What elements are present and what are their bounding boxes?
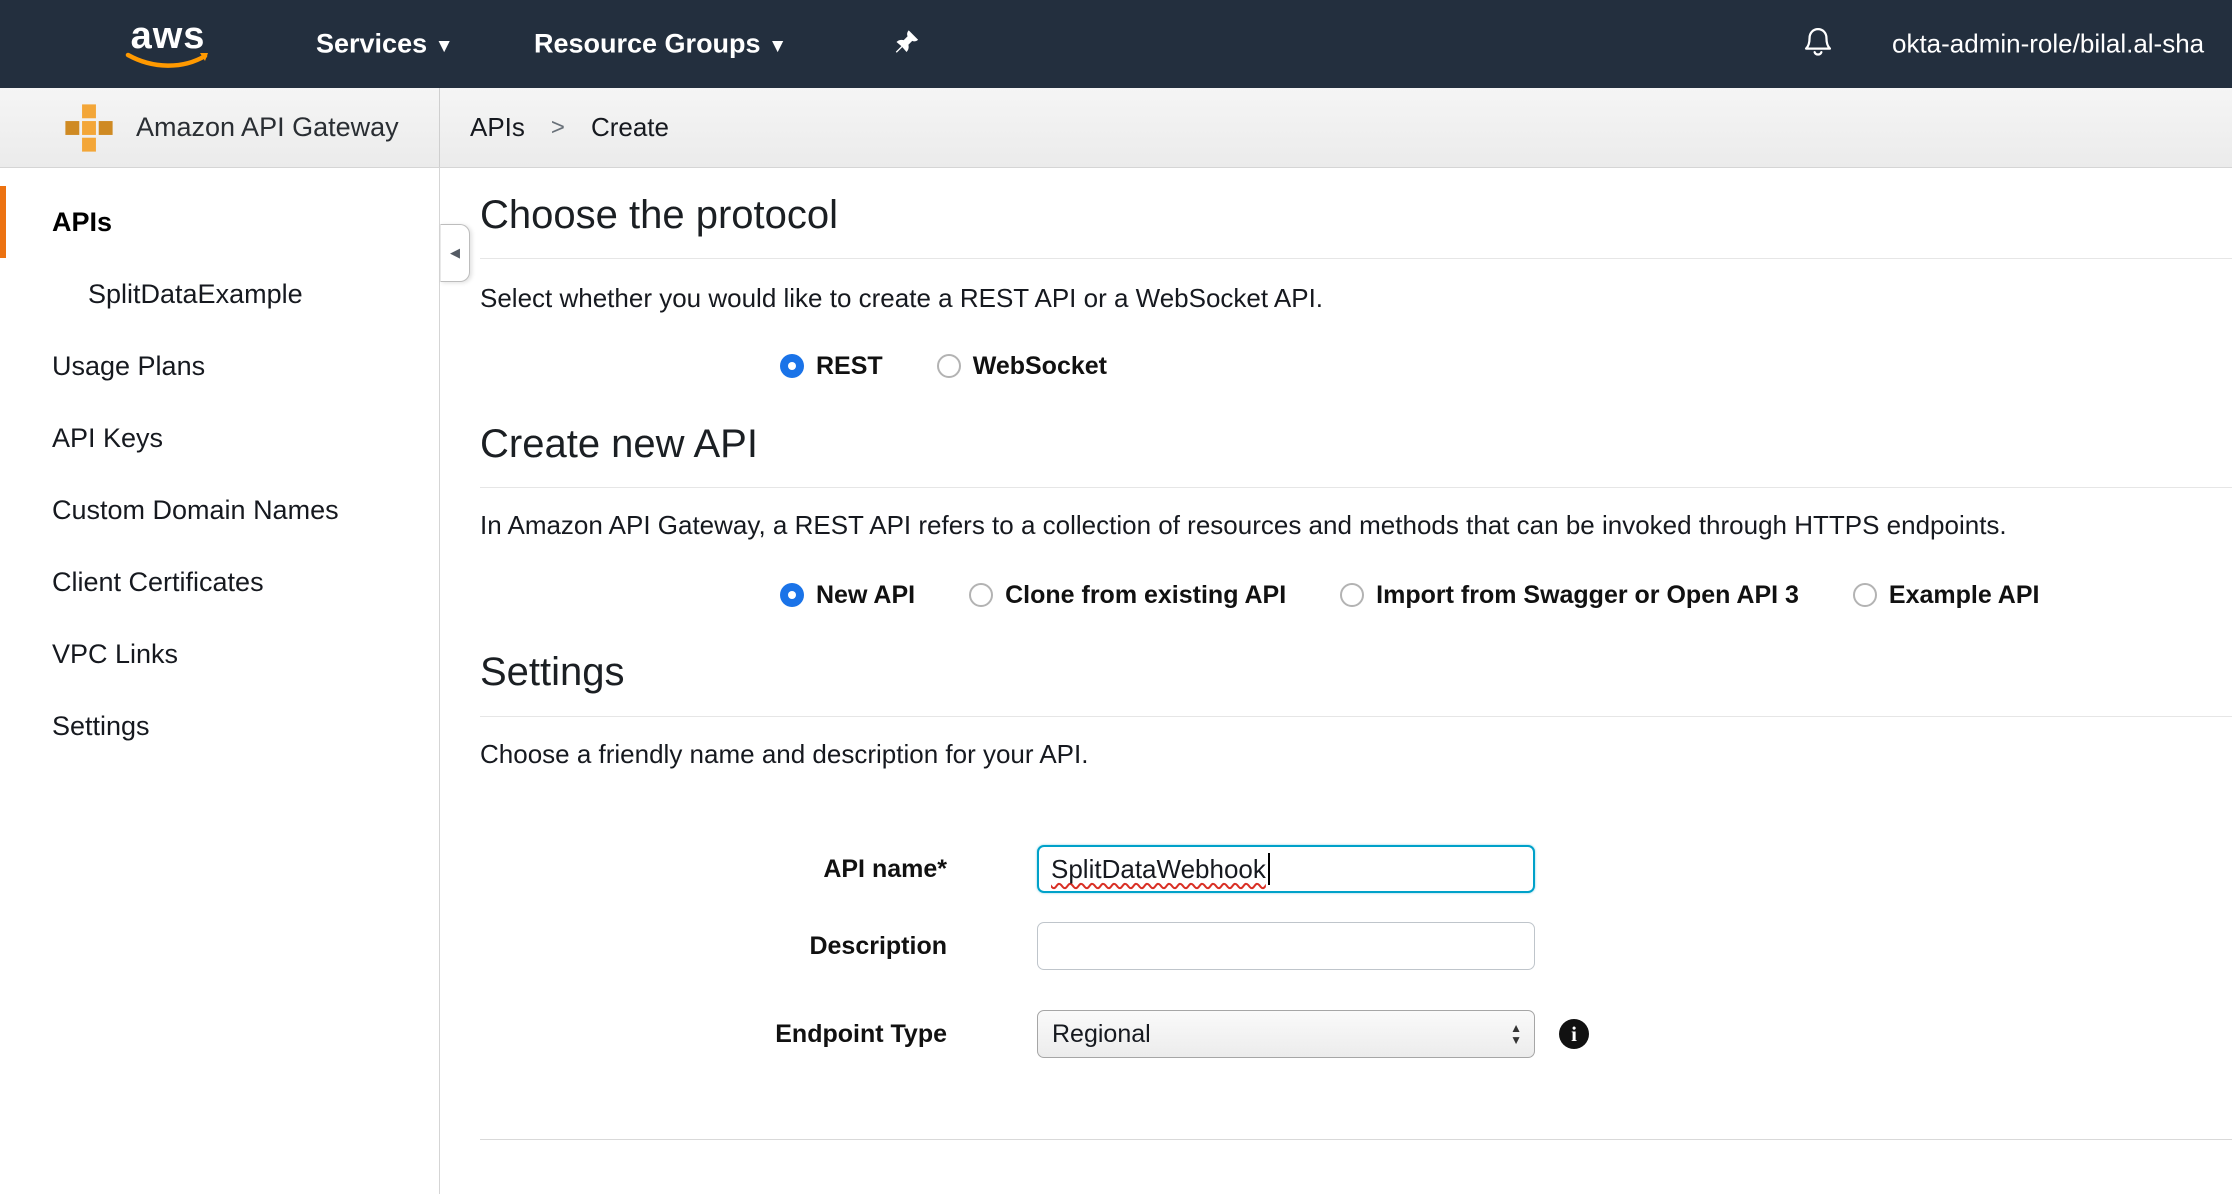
sidebar-item-label: Client Certificates — [52, 567, 264, 598]
section-title-create-new-api: Create new API — [480, 421, 2232, 467]
chevron-left-icon: ◀ — [450, 245, 460, 261]
section-bottom-divider — [480, 1139, 2232, 1140]
api-name-input[interactable]: SplitDataWebhook — [1037, 845, 1535, 893]
account-menu[interactable]: okta-admin-role/bilal.al-sha — [1892, 29, 2204, 60]
endpoint-type-value: Regional — [1052, 1020, 1151, 1049]
sidebar: APIs SplitDataExample Usage Plans API Ke… — [0, 168, 440, 1194]
aws-console-page: aws Services ▾ Resource Groups ▾ ok — [0, 0, 2232, 1194]
description-row: Description — [480, 922, 2232, 970]
radio-option-example-api[interactable]: Example API — [1853, 581, 2040, 610]
chevron-down-icon: ▾ — [773, 33, 783, 58]
create-api-radio-group: New API Clone from existing API Import f… — [480, 578, 2232, 612]
aws-logo-swoosh-icon — [125, 51, 211, 69]
content-area: APIs SplitDataExample Usage Plans API Ke… — [0, 168, 2232, 1194]
sidebar-item-label: Settings — [52, 711, 150, 742]
radio-button[interactable] — [1340, 583, 1364, 607]
radio-option-rest[interactable]: REST — [780, 352, 883, 381]
api-name-value: SplitDataWebhook — [1051, 854, 1266, 885]
sidebar-item-label: API Keys — [52, 423, 163, 454]
divider — [480, 258, 2232, 259]
sidebar-item-custom-domain-names[interactable]: Custom Domain Names — [0, 474, 439, 546]
sidebar-item-vpc-links[interactable]: VPC Links — [0, 618, 439, 690]
description-label: Description — [480, 932, 947, 961]
sidebar-item-label: VPC Links — [52, 639, 178, 670]
resource-groups-menu[interactable]: Resource Groups ▾ — [534, 29, 783, 60]
sidebar-item-apis[interactable]: APIs — [0, 186, 439, 258]
radio-label: Import from Swagger or Open API 3 — [1376, 581, 1799, 610]
text-cursor — [1268, 853, 1270, 885]
stepper-down-icon: ▼ — [1510, 1035, 1522, 1046]
radio-button[interactable] — [969, 583, 993, 607]
radio-label: New API — [816, 581, 915, 610]
protocol-description: Select whether you would like to create … — [480, 283, 2232, 313]
endpoint-type-row: Endpoint Type Regional ▲ ▼ i — [480, 1010, 2232, 1058]
radio-option-websocket[interactable]: WebSocket — [937, 352, 1107, 381]
service-header-bar: Amazon API Gateway APIs > Create — [0, 88, 2232, 168]
sidebar-collapse-toggle[interactable]: ◀ — [440, 224, 470, 282]
radio-button-selected[interactable] — [780, 583, 804, 607]
settings-form: API name* SplitDataWebhook Description E… — [480, 845, 2232, 1058]
endpoint-type-label: Endpoint Type — [480, 1020, 947, 1049]
radio-label: Clone from existing API — [1005, 581, 1286, 610]
radio-option-import-swagger[interactable]: Import from Swagger or Open API 3 — [1340, 581, 1799, 610]
section-title-settings: Settings — [480, 649, 2232, 695]
sidebar-item-label: SplitDataExample — [88, 279, 303, 310]
pin-icon[interactable] — [893, 28, 921, 61]
top-navigation-bar: aws Services ▾ Resource Groups ▾ ok — [0, 0, 2232, 88]
info-icon[interactable]: i — [1559, 1019, 1589, 1049]
breadcrumb: APIs > Create — [440, 88, 669, 167]
radio-label: Example API — [1889, 581, 2040, 610]
info-glyph: i — [1571, 1022, 1577, 1047]
settings-description: Choose a friendly name and description f… — [480, 739, 2232, 769]
radio-label: REST — [816, 352, 883, 381]
services-menu[interactable]: Services ▾ — [316, 29, 449, 60]
radio-button-selected[interactable] — [780, 354, 804, 378]
chevron-down-icon: ▾ — [439, 33, 449, 58]
radio-option-new-api[interactable]: New API — [780, 581, 915, 610]
protocol-radio-group: REST WebSocket — [480, 349, 2232, 383]
sidebar-item-settings[interactable]: Settings — [0, 690, 439, 762]
aws-logo-text: aws — [131, 19, 206, 53]
create-api-description: In Amazon API Gateway, a REST API refers… — [480, 510, 2232, 540]
sidebar-item-api-keys[interactable]: API Keys — [0, 402, 439, 474]
sidebar-item-label: Usage Plans — [52, 351, 205, 382]
service-title-block: Amazon API Gateway — [0, 88, 440, 167]
breadcrumb-create: Create — [591, 112, 669, 143]
endpoint-type-select[interactable]: Regional ▲ ▼ — [1037, 1010, 1535, 1058]
stepper-up-icon: ▲ — [1510, 1023, 1522, 1034]
sidebar-item-client-certificates[interactable]: Client Certificates — [0, 546, 439, 618]
service-name[interactable]: Amazon API Gateway — [136, 112, 399, 143]
select-stepper-icon: ▲ ▼ — [1510, 1023, 1522, 1046]
sidebar-item-label: Custom Domain Names — [52, 495, 339, 526]
api-gateway-service-icon — [64, 103, 114, 153]
divider — [480, 487, 2232, 488]
radio-button[interactable] — [937, 354, 961, 378]
divider — [480, 716, 2232, 717]
sidebar-item-splitdataexample[interactable]: SplitDataExample — [0, 258, 439, 330]
main-panel: Choose the protocol Select whether you w… — [440, 168, 2232, 1194]
services-label: Services — [316, 29, 427, 60]
section-title-choose-protocol: Choose the protocol — [480, 192, 2232, 238]
radio-label: WebSocket — [973, 352, 1107, 381]
api-name-label: API name* — [480, 855, 947, 884]
breadcrumb-separator: > — [551, 114, 565, 142]
breadcrumb-apis[interactable]: APIs — [470, 112, 525, 143]
description-input[interactable] — [1037, 922, 1535, 970]
sidebar-item-usage-plans[interactable]: Usage Plans — [0, 330, 439, 402]
resource-groups-label: Resource Groups — [534, 29, 761, 60]
sidebar-item-label: APIs — [52, 207, 112, 238]
radio-button[interactable] — [1853, 583, 1877, 607]
radio-option-clone-existing[interactable]: Clone from existing API — [969, 581, 1286, 610]
notifications-bell-icon[interactable] — [1800, 24, 1836, 65]
api-name-row: API name* SplitDataWebhook — [480, 845, 2232, 893]
aws-logo[interactable]: aws — [118, 19, 218, 69]
